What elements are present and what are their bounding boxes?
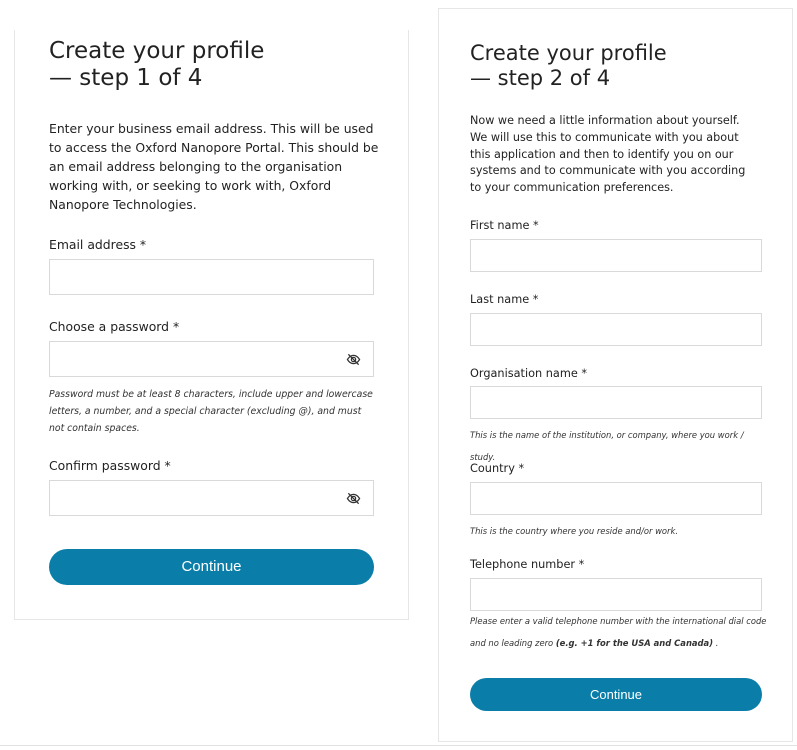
telephone-hint: Please enter a valid telephone number wi… — [470, 610, 770, 654]
confirm-password-label: Confirm password * — [49, 458, 171, 473]
telephone-hint-end: . — [713, 638, 719, 648]
telephone-label: Telephone number * — [470, 558, 585, 571]
country-hint: This is the country where you reside and… — [470, 526, 678, 536]
first-name-field[interactable] — [470, 239, 762, 272]
password-label: Choose a password * — [49, 319, 180, 334]
password-hint: Password must be at least 8 characters, … — [49, 389, 373, 434]
last-name-field[interactable] — [470, 313, 762, 346]
step-1-title: Create your profile — step 1 of 4 — [49, 38, 265, 91]
page-divider — [0, 745, 797, 746]
profile-step-2-card: Create your profile — step 2 of 4 Now we… — [438, 8, 793, 742]
continue-button[interactable]: Continue — [470, 678, 762, 711]
password-field[interactable] — [49, 341, 374, 377]
continue-button[interactable]: Continue — [49, 549, 374, 585]
eye-slash-icon[interactable] — [346, 352, 361, 367]
step-2-title: Create your profile — step 2 of 4 — [470, 41, 667, 90]
confirm-password-field[interactable] — [49, 480, 374, 516]
organisation-name-field[interactable] — [470, 386, 762, 419]
profile-step-1-card: Create your profile — step 1 of 4 Enter … — [14, 30, 409, 620]
step-1-intro: Enter your business email address. This … — [49, 121, 379, 212]
page: Create your profile — step 1 of 4 Enter … — [0, 0, 797, 750]
eye-slash-icon[interactable] — [346, 491, 361, 506]
step-2-intro: Now we need a little information about y… — [470, 114, 746, 195]
first-name-label: First name * — [470, 219, 539, 232]
country-field[interactable] — [470, 482, 762, 515]
email-field[interactable] — [49, 259, 374, 295]
telephone-hint-example: (e.g. +1 for the USA and Canada) — [555, 638, 714, 648]
country-label: Country * — [470, 462, 525, 475]
last-name-label: Last name * — [470, 293, 539, 306]
telephone-field[interactable] — [470, 578, 762, 611]
organisation-name-label: Organisation name * — [470, 367, 588, 380]
email-label: Email address * — [49, 237, 147, 252]
